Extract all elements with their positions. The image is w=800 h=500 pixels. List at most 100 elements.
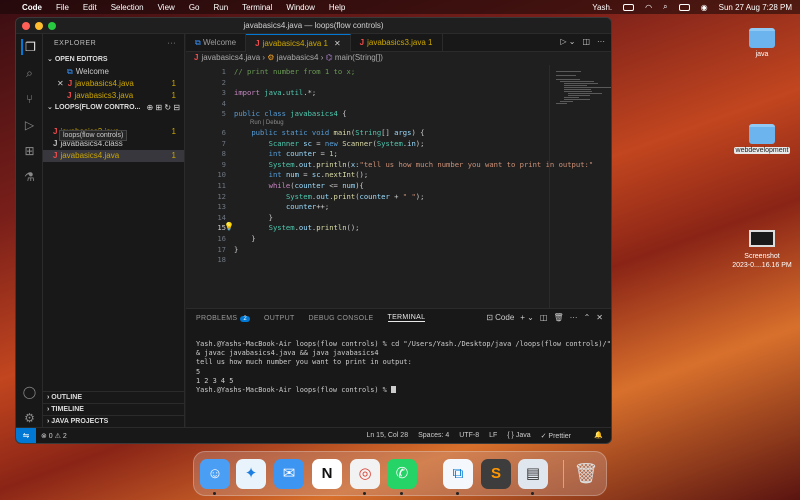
running-indicator (213, 492, 216, 495)
split-terminal-icon[interactable]: ◫ (540, 313, 548, 322)
more-actions-icon[interactable]: ··· (168, 34, 177, 54)
more-actions-icon[interactable]: ··· (570, 313, 578, 322)
preview-icon[interactable]: ▤ (518, 459, 548, 489)
tab-output[interactable]: OUTPUT (264, 315, 295, 322)
status-problems[interactable]: ⊗ 0 ⚠ 2 (41, 432, 67, 440)
code-line: int counter = 1; (268, 149, 338, 159)
menu-view[interactable]: View (158, 3, 175, 12)
trash-icon[interactable]: 🗑 (571, 459, 601, 489)
remote-indicator-icon[interactable]: ⇋ (16, 428, 36, 443)
menu-terminal[interactable]: Terminal (242, 3, 272, 12)
explorer-icon[interactable]: ❐ (21, 39, 38, 55)
more-actions-icon[interactable]: ··· (597, 37, 605, 46)
mail-icon[interactable]: ✉ (274, 459, 304, 489)
new-terminal-icon[interactable]: + ⌄ (520, 313, 534, 322)
terminal-cursor (390, 386, 396, 394)
status-indentation[interactable]: Spaces: 4 (418, 432, 449, 440)
open-editor-welcome[interactable]: ⧉ Welcome (43, 66, 184, 78)
vscode-icon[interactable]: ⧉ (443, 459, 473, 489)
breadcrumb-class[interactable]: javabasics4 (277, 53, 319, 62)
tab-problems[interactable]: PROBLEMS 2 (196, 315, 250, 322)
tab-welcome[interactable]: ⧉ Welcome (186, 34, 247, 52)
status-encoding[interactable]: UTF-8 (459, 432, 479, 440)
search-icon[interactable]: ⌕ (21, 65, 38, 81)
breadcrumb-method[interactable]: main(String[]) (335, 53, 383, 62)
terminal-shell-selector[interactable]: ⊡ Code (486, 313, 514, 322)
breadcrumb: Jjavabasics4.java › ⚙ javabasics4 › ⌬ ma… (194, 53, 383, 62)
file-javabasics4[interactable]: Jjavabasics4.java 1 (43, 150, 184, 162)
sublime-text-icon[interactable]: S (481, 459, 511, 489)
code-editor[interactable]: 1 // print number from 1 to x; 2 3 import ja… (186, 65, 593, 308)
desktop-folder-webdevelopment[interactable]: webdevelopment (722, 124, 800, 154)
menu-help[interactable]: Help (329, 3, 345, 12)
terminal-output[interactable]: Yash.@Yashs-MacBook-Air loops(flow contr… (196, 340, 611, 395)
problem-count: 1 (171, 151, 176, 160)
timeline-section[interactable]: › TIMELINE (43, 403, 184, 415)
extensions-icon[interactable]: ⊞ (21, 143, 38, 159)
siri-icon[interactable]: ◉ (701, 3, 708, 12)
collapse-all-icon[interactable]: ⊟ (173, 103, 180, 112)
lightbulb-icon[interactable]: 💡 (224, 222, 234, 231)
status-right: Ln 15, Col 28 Spaces: 4 UTF-8 LF { } Jav… (366, 432, 571, 440)
menu-code[interactable]: Code (22, 3, 42, 12)
settings-gear-icon[interactable]: ⚙ (21, 410, 38, 426)
whatsapp-icon[interactable]: ✆ (387, 459, 417, 489)
java-projects-section[interactable]: › JAVA PROJECTS (43, 415, 184, 427)
user-name[interactable]: Yash. (592, 3, 612, 12)
desktop-screenshot-file[interactable]: Screenshot 2023-0....16.16 PM (722, 230, 800, 270)
run-icon[interactable]: ▷ ⌄ (560, 37, 575, 46)
minimap-line (568, 95, 591, 96)
testing-icon[interactable]: ⚗ (21, 169, 38, 185)
account-icon[interactable]: ◯ (21, 384, 38, 400)
java-file-icon: J (67, 91, 72, 100)
status-language[interactable]: { } Java (507, 432, 530, 440)
tab-javabasics3[interactable]: Jjavabasics3.java 1 (351, 34, 443, 52)
notion-icon[interactable]: N (312, 459, 342, 489)
java-file-icon: J (194, 53, 199, 62)
run-debug-icon[interactable]: ▷ (21, 117, 38, 133)
close-tab-icon[interactable]: ✕ (334, 39, 341, 48)
line-number: 7 (221, 138, 226, 148)
open-editors-section[interactable]: ⌄ OPEN EDITORS (43, 54, 184, 66)
breadcrumb-file[interactable]: javabasics4.java (201, 53, 260, 62)
finder-icon[interactable]: ☺ (200, 459, 230, 489)
kill-terminal-icon[interactable]: 🗑 (553, 313, 563, 322)
open-editor-javabasics3[interactable]: Jjavabasics3.java 1 (43, 90, 184, 102)
status-cursor-position[interactable]: Ln 15, Col 28 (366, 432, 408, 440)
open-editor-javabasics4[interactable]: ✕ Jjavabasics4.java 1 (43, 78, 184, 90)
source-control-icon[interactable]: ⑂ (21, 91, 38, 107)
folder-section[interactable]: ⌄ LOOPS(FLOW CONTRO... ⊕ ⊞ ↻ ⊟ (43, 102, 184, 114)
status-prettier[interactable]: ✓ Prettier (541, 432, 571, 440)
wifi-icon[interactable]: ◠ (645, 3, 652, 12)
clock[interactable]: Sun 27 Aug 7:28 PM (719, 3, 792, 12)
split-editor-icon[interactable]: ◫ (582, 37, 590, 46)
safari-icon[interactable]: ✦ (236, 459, 266, 489)
chrome-icon[interactable]: ◎ (350, 459, 380, 489)
menu-window[interactable]: Window (286, 3, 314, 12)
refresh-icon[interactable]: ↻ (164, 103, 171, 112)
codelens-run-debug[interactable]: Run | Debug (250, 120, 284, 126)
battery-icon[interactable] (623, 3, 635, 11)
desktop-folder-java[interactable]: java (722, 28, 800, 58)
maximize-panel-icon[interactable]: ⌃ (584, 313, 591, 322)
status-eol[interactable]: LF (489, 432, 497, 440)
code-line: } (234, 244, 239, 254)
new-file-icon[interactable]: ⊕ (146, 103, 153, 112)
menu-selection[interactable]: Selection (111, 3, 144, 12)
menu-go[interactable]: Go (189, 3, 200, 12)
menu-file[interactable]: File (56, 3, 69, 12)
tab-debug-console[interactable]: DEBUG CONSOLE (309, 315, 374, 322)
tab-javabasics4[interactable]: Jjavabasics4.java 1 ✕ (246, 34, 351, 52)
search-icon[interactable]: ⌕ (663, 2, 667, 12)
control-center-icon[interactable] (678, 3, 690, 11)
close-icon[interactable]: ✕ (57, 79, 64, 88)
notifications-bell-icon[interactable]: 🔔 (594, 431, 603, 439)
menu-edit[interactable]: Edit (83, 3, 97, 12)
outline-section[interactable]: › OUTLINE (43, 391, 184, 403)
minimap[interactable] (549, 65, 611, 308)
running-indicator (456, 492, 459, 495)
menu-run[interactable]: Run (213, 3, 228, 12)
tab-terminal[interactable]: TERMINAL (387, 314, 426, 322)
close-panel-icon[interactable]: ✕ (596, 313, 603, 322)
new-folder-icon[interactable]: ⊞ (155, 103, 162, 112)
